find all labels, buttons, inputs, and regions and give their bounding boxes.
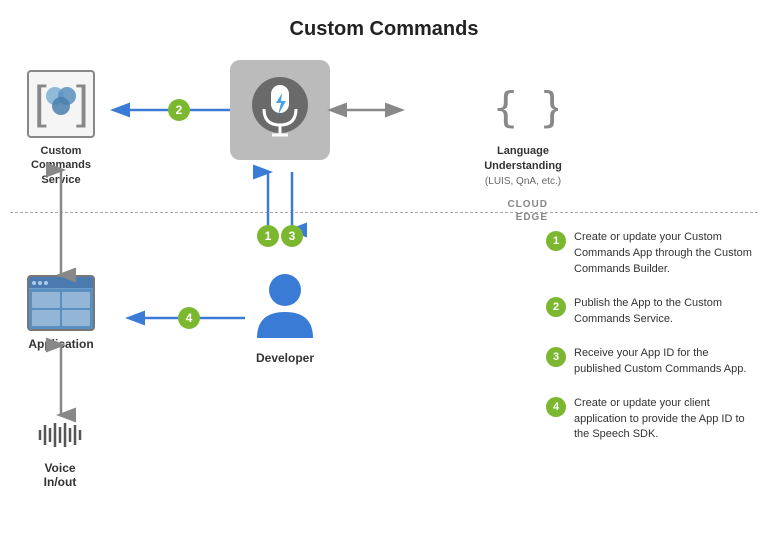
- step-text: Create or update your Custom Commands Ap…: [574, 230, 756, 278]
- application-icon: [27, 275, 95, 331]
- developer-box: Developer: [245, 270, 325, 365]
- cloud-edge-labels: CLOUD EDGE: [507, 198, 548, 224]
- step-text: Receive your App ID for the published Cu…: [574, 346, 756, 378]
- developer-label: Developer: [245, 351, 325, 365]
- voice-box: VoiceIn/out: [20, 420, 100, 489]
- badge-4: 4: [178, 307, 200, 329]
- svg-text:[: [: [34, 78, 47, 128]
- custom-commands-service-box: [ ] Custom Commands Service: [16, 70, 106, 187]
- svg-text:]: ]: [76, 78, 89, 128]
- mic-box: [230, 60, 330, 160]
- step-item: 3 Receive your App ID for the published C…: [546, 346, 756, 378]
- steps-container: 1 Create or update your Custom Commands A…: [546, 230, 756, 461]
- application-box: Application: [16, 275, 106, 351]
- step-number: 4: [546, 397, 566, 417]
- step-text: Publish the App to the Custom Commands S…: [574, 296, 756, 328]
- step-item: 1 Create or update your Custom Commands A…: [546, 230, 756, 278]
- badge-2: 2: [168, 99, 190, 121]
- badge-3: 3: [281, 225, 303, 247]
- language-icon: { }: [488, 70, 558, 138]
- service-icon: [ ]: [27, 70, 95, 138]
- page-title: Custom Commands: [290, 18, 479, 41]
- step-item: 2 Publish the App to the Custom Commands …: [546, 296, 756, 328]
- step-number: 2: [546, 297, 566, 317]
- mic-icon: [250, 75, 310, 145]
- service-label: Custom Commands Service: [16, 144, 106, 187]
- voice-label: VoiceIn/out: [20, 461, 100, 489]
- language-label: Language Understanding: [463, 144, 583, 175]
- step-item: 4 Create or update your client applicatio…: [546, 396, 756, 444]
- step-number: 3: [546, 347, 566, 367]
- svg-text:{ }: { }: [493, 83, 558, 132]
- edge-label: EDGE: [507, 211, 548, 224]
- language-understanding-box: { } Language Understanding (LUIS, QnA, e…: [463, 70, 583, 188]
- step-text: Create or update your client application…: [574, 396, 756, 444]
- cloud-edge-divider: [10, 212, 758, 213]
- developer-icon: [255, 270, 315, 340]
- step-number: 1: [546, 231, 566, 251]
- diagram-container: Custom Commands CLOUD EDGE [ ] Custom Co…: [0, 0, 768, 538]
- voice-icon: [30, 420, 90, 450]
- cloud-label: CLOUD: [507, 198, 548, 211]
- badge-1: 1: [257, 225, 279, 247]
- application-label: Application: [16, 337, 106, 351]
- language-sublabel: (LUIS, QnA, etc.): [463, 175, 583, 188]
